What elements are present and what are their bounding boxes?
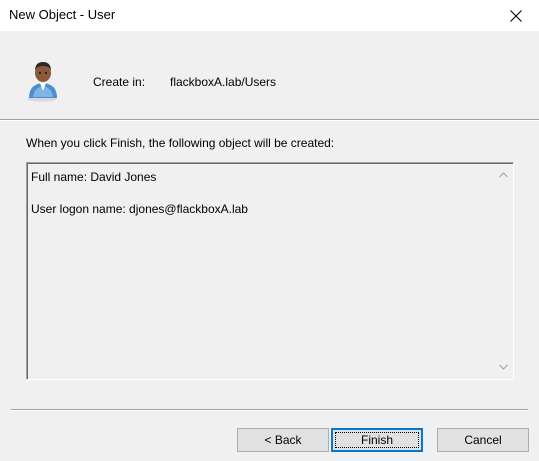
summary-logon-name: User logon name: djones@flackboxA.lab [31, 202, 248, 216]
close-icon [510, 9, 522, 22]
cancel-button[interactable]: Cancel [437, 428, 529, 452]
info-text: When you click Finish, the following obj… [26, 136, 335, 150]
footer-divider [11, 409, 528, 411]
window-title: New Object - User [9, 7, 116, 22]
back-button[interactable]: < Back [237, 428, 329, 452]
chevron-up-icon [499, 171, 508, 177]
create-in-path: flackboxA.lab/Users [170, 75, 277, 89]
focus-rectangle [335, 432, 419, 448]
create-in-label: Create in: [93, 75, 146, 89]
close-button[interactable] [493, 0, 539, 31]
summary-full-name: Full name: David Jones [31, 170, 157, 184]
vertical-scrollbar[interactable] [495, 164, 512, 377]
title-bar: New Object - User [0, 0, 539, 31]
scroll-down-button[interactable] [495, 358, 512, 375]
chevron-down-icon [499, 364, 508, 370]
user-icon [27, 62, 57, 102]
new-object-user-dialog: New Object - User Create in: flackboxA.l… [0, 0, 539, 461]
scroll-up-button[interactable] [495, 166, 512, 183]
finish-button[interactable]: Finish [331, 428, 423, 452]
header-divider [0, 119, 539, 121]
summary-textbox[interactable]: Full name: David Jones User logon name: … [26, 162, 514, 380]
